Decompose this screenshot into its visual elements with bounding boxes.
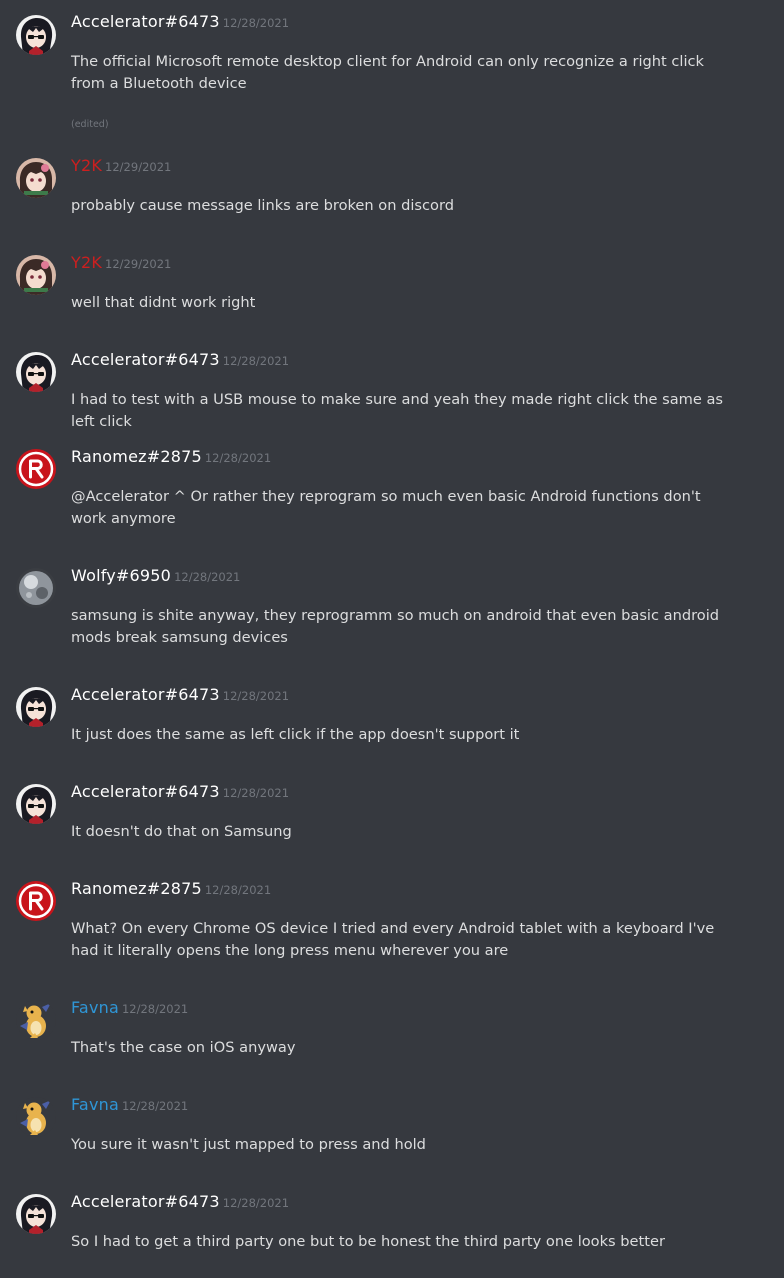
message-header: Favna 12/28/2021 [71, 998, 188, 1017]
anime-girl-avatar-icon[interactable] [16, 255, 56, 295]
username[interactable]: Accelerator#6473 [71, 685, 220, 704]
message-text: So I had to get a third party one but to… [71, 1233, 665, 1250]
message-header: Wolfy#6950 12/28/2021 [71, 566, 240, 585]
red-r-logo-avatar-icon[interactable] [16, 449, 56, 489]
timestamp: 12/28/2021 [204, 883, 272, 897]
chat-message: Favna 12/28/2021 That's the case on iOS a… [0, 992, 784, 1089]
message-text: @Accelerator ^ Or rather they reprogram … [71, 488, 701, 527]
username[interactable]: Accelerator#6473 [71, 782, 220, 801]
message-header: Accelerator#6473 12/28/2021 [71, 685, 289, 704]
message-header: Favna 12/28/2021 [71, 1095, 188, 1114]
message-text: What? On every Chrome OS device I tried … [71, 920, 715, 959]
dragon-avatar-icon[interactable] [16, 1097, 56, 1137]
timestamp: 12/28/2021 [121, 1002, 189, 1016]
red-r-logo-avatar-icon[interactable] [16, 881, 56, 921]
message-header: Accelerator#6473 12/28/2021 [71, 350, 289, 369]
chat-message: Y2K 12/29/2021 probably cause message lin… [0, 150, 784, 247]
dragon-avatar-icon[interactable] [16, 1000, 56, 1040]
username[interactable]: Y2K [71, 253, 102, 272]
username[interactable]: Accelerator#6473 [71, 12, 220, 31]
username[interactable]: Favna [71, 998, 119, 1017]
anime-avatar-icon[interactable] [16, 784, 56, 824]
chat-message: Accelerator#6473 12/28/2021 I had to test… [0, 344, 784, 441]
timestamp: 12/28/2021 [121, 1099, 189, 1113]
timestamp: 12/28/2021 [222, 354, 290, 368]
message-header: Y2K 12/29/2021 [71, 253, 171, 272]
chat-message: Accelerator#6473 12/28/2021 The official … [0, 0, 784, 150]
username[interactable]: Accelerator#6473 [71, 1192, 220, 1211]
anime-avatar-icon[interactable] [16, 15, 56, 55]
username[interactable]: Y2K [71, 156, 102, 175]
anime-avatar-icon[interactable] [16, 687, 56, 727]
anime-avatar-icon[interactable] [16, 1194, 56, 1234]
message-text: That's the case on iOS anyway [71, 1039, 296, 1056]
timestamp: 12/29/2021 [105, 160, 172, 174]
timestamp: 12/28/2021 [222, 1196, 290, 1210]
username[interactable]: Favna [71, 1095, 119, 1114]
message-header: Accelerator#6473 12/28/2021 [71, 12, 289, 31]
message-header: Y2K 12/29/2021 [71, 156, 171, 175]
message-text: It just does the same as left click if t… [71, 726, 520, 743]
username[interactable]: Accelerator#6473 [71, 350, 220, 369]
message-text: It doesn't do that on Samsung [71, 823, 292, 840]
chat-message: Accelerator#6473 12/28/2021 So I had to g… [0, 1186, 784, 1278]
message-header: Accelerator#6473 12/28/2021 [71, 782, 289, 801]
message-header: Ranomez#2875 12/28/2021 [71, 879, 271, 898]
anime-girl-avatar-icon[interactable] [16, 158, 56, 198]
timestamp: 12/28/2021 [222, 16, 290, 30]
edited-label: (edited) [71, 119, 109, 130]
chat-message: Favna 12/28/2021 You sure it wasn't just … [0, 1089, 784, 1186]
timestamp: 12/28/2021 [222, 786, 290, 800]
message-text: probably cause message links are broken … [71, 197, 454, 214]
message-text: I had to test with a USB mouse to make s… [71, 391, 724, 430]
chat-message-list: Accelerator#6473 12/28/2021 The official … [0, 0, 784, 1278]
message-text: well that didnt work right [71, 294, 256, 311]
chat-message: Y2K 12/29/2021 well that didnt work right [0, 247, 784, 344]
message-text: You sure it wasn't just mapped to press … [71, 1136, 426, 1153]
message-header: Accelerator#6473 12/28/2021 [71, 1192, 289, 1211]
username[interactable]: Ranomez#2875 [71, 879, 202, 898]
message-text: samsung is shite anyway, they reprogramm… [71, 607, 720, 646]
timestamp: 12/28/2021 [222, 689, 290, 703]
chat-message: Accelerator#6473 12/28/2021 It just does … [0, 679, 784, 776]
timestamp: 12/28/2021 [174, 570, 241, 584]
chat-message: Accelerator#6473 12/28/2021 It doesn't do… [0, 776, 784, 873]
message-text: The official Microsoft remote desktop cl… [71, 53, 705, 92]
anime-avatar-icon[interactable] [16, 352, 56, 392]
chat-message: Ranomez#2875 12/28/2021 @Accelerator ^ Or… [0, 441, 784, 560]
chat-message: Wolfy#6950 12/28/2021 samsung is shite an… [0, 560, 784, 679]
message-header: Ranomez#2875 12/28/2021 [71, 447, 271, 466]
timestamp: 12/29/2021 [105, 257, 172, 271]
username[interactable]: Ranomez#2875 [71, 447, 202, 466]
username[interactable]: Wolfy#6950 [71, 566, 171, 585]
grey-orb-avatar-icon[interactable] [16, 568, 56, 608]
chat-message: Ranomez#2875 12/28/2021 What? On every Ch… [0, 873, 784, 992]
timestamp: 12/28/2021 [204, 451, 272, 465]
